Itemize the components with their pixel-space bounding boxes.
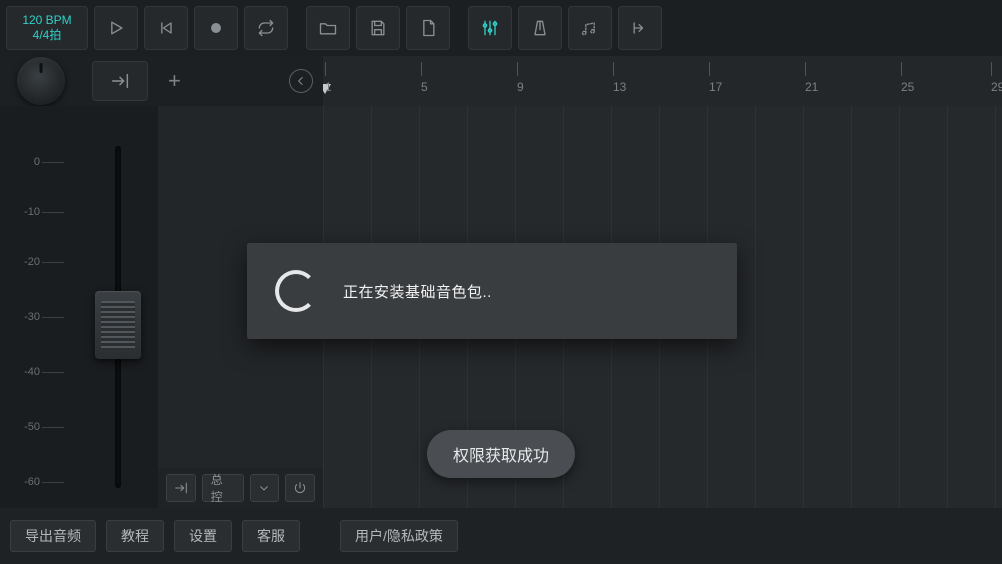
play-button[interactable] — [94, 6, 138, 50]
ruler-row: + 1 5 9 13 17 21 25 29 — [0, 56, 1002, 106]
scale-label: -10 — [14, 206, 40, 218]
snap-button[interactable] — [618, 6, 662, 50]
insert-cell — [82, 56, 158, 106]
mixer-button[interactable] — [468, 6, 512, 50]
ruler-tick-label: 5 — [421, 80, 428, 94]
route-button[interactable] — [166, 474, 196, 502]
loop-button[interactable] — [244, 6, 288, 50]
modal-message: 正在安装基础音色包.. — [343, 281, 492, 302]
scale-label: -60 — [14, 476, 40, 488]
metronome-button[interactable] — [518, 6, 562, 50]
mixer-panel: 0 -10 -20 -30 -40 -50 -60 — [0, 106, 158, 508]
add-track-button[interactable]: + — [168, 68, 181, 94]
pan-dial-cell — [0, 56, 82, 106]
privacy-button[interactable]: 用户/隐私政策 — [340, 520, 458, 552]
scale-label: -50 — [14, 421, 40, 433]
save-button[interactable] — [356, 6, 400, 50]
settings-button[interactable]: 设置 — [174, 520, 232, 552]
fader-thumb[interactable] — [95, 291, 141, 359]
master-label: 总控 — [211, 471, 235, 505]
collapse-button[interactable] — [289, 69, 313, 93]
ruler-tick-label: 29 — [991, 80, 1002, 94]
spinner-icon — [275, 270, 317, 312]
record-button[interactable] — [194, 6, 238, 50]
installing-modal: 正在安装基础音色包.. — [247, 243, 737, 339]
toast-text: 权限获取成功 — [453, 448, 549, 465]
timeline-ruler[interactable]: 1 5 9 13 17 21 25 29 — [323, 56, 1002, 106]
master-button[interactable]: 总控 — [202, 474, 244, 502]
support-button[interactable]: 客服 — [242, 520, 300, 552]
top-toolbar: 120 BPM 4/4拍 — [0, 0, 1002, 56]
scale-label: -30 — [14, 311, 40, 323]
pan-dial[interactable] — [17, 57, 65, 105]
track-footer: 总控 — [158, 468, 323, 508]
export-audio-button[interactable]: 导出音频 — [10, 520, 96, 552]
rewind-button[interactable] — [144, 6, 188, 50]
scale-label: -20 — [14, 256, 40, 268]
time-signature-label: 4/4拍 — [33, 28, 62, 43]
ruler-tick-label: 1 — [325, 80, 332, 94]
tutorial-button[interactable]: 教程 — [106, 520, 164, 552]
scale-label: -40 — [14, 366, 40, 378]
open-folder-button[interactable] — [306, 6, 350, 50]
bpm-label: 120 BPM — [22, 13, 71, 28]
ruler-tick-label: 9 — [517, 80, 524, 94]
footer-bar: 导出音频 教程 设置 客服 用户/隐私政策 — [0, 508, 1002, 564]
dropdown-button[interactable] — [250, 474, 280, 502]
scale-label: 0 — [14, 156, 40, 168]
ruler-tick-label: 17 — [709, 80, 722, 94]
ruler-tick-label: 13 — [613, 80, 626, 94]
quantize-button[interactable] — [568, 6, 612, 50]
new-file-button[interactable] — [406, 6, 450, 50]
tools-group — [468, 6, 662, 50]
permission-toast: 权限获取成功 — [427, 430, 575, 478]
insert-button[interactable] — [92, 61, 148, 101]
ruler-tick-label: 25 — [901, 80, 914, 94]
transport-group — [94, 6, 288, 50]
ruler-tick-label: 21 — [805, 80, 818, 94]
tracklist-header: + — [158, 56, 323, 106]
tempo-box[interactable]: 120 BPM 4/4拍 — [6, 6, 88, 50]
fader-column — [78, 106, 158, 508]
power-button[interactable] — [285, 474, 315, 502]
file-group — [306, 6, 450, 50]
fader-scale: 0 -10 -20 -30 -40 -50 -60 — [0, 106, 78, 508]
